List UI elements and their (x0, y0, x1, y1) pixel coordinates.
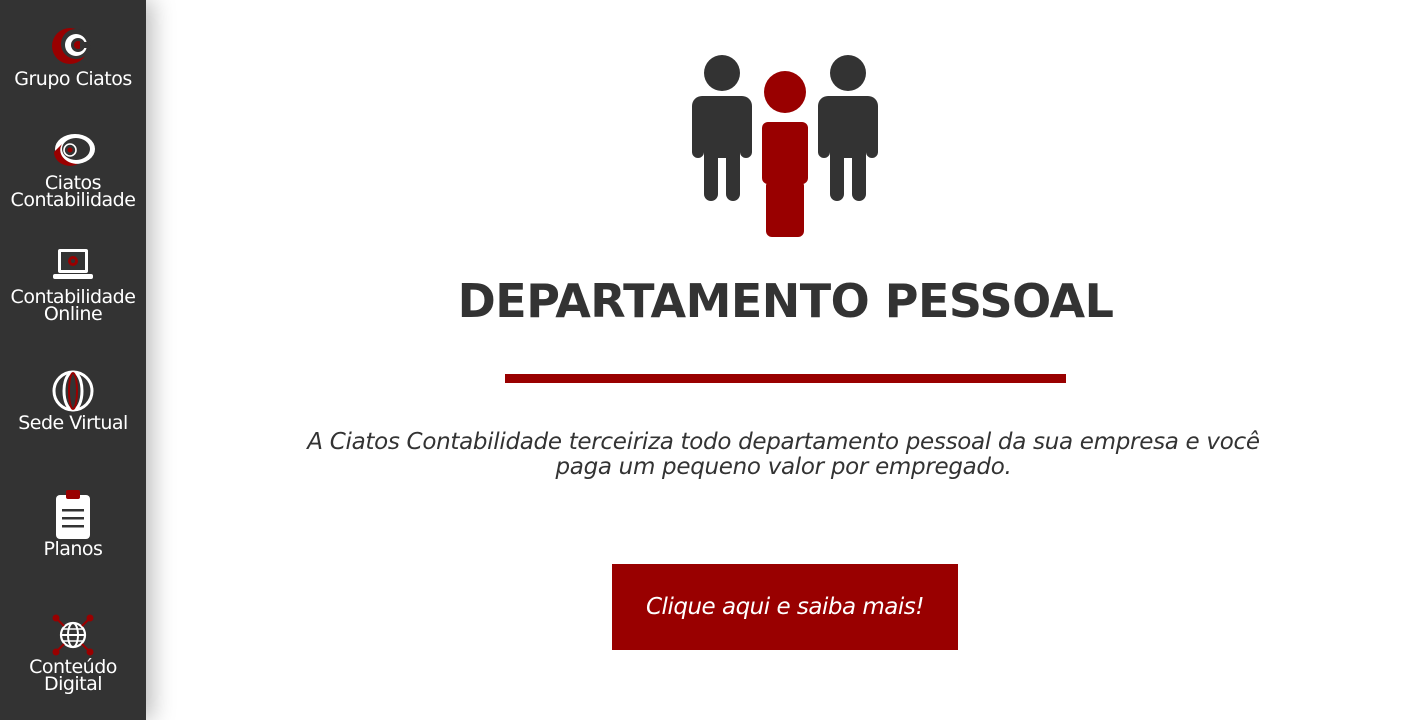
sidebar-item-label: Grupo Ciatos (14, 68, 132, 90)
description-text: A Ciatos Contabilidade terceiriza todo d… (307, 429, 1260, 480)
sidebar-item-sede-virtual[interactable]: Sede Virtual (0, 368, 146, 434)
learn-more-button[interactable]: Clique aqui e saiba mais! (612, 564, 958, 650)
sidebar-item-label: Planos (43, 538, 103, 560)
sidebar-item-label: Sede Virtual (18, 412, 128, 434)
sidebar-item-conteudo-digital[interactable]: Conteúdo Digital (0, 612, 146, 695)
sidebar-item-ciatos-contabilidade[interactable]: Ciatos Contabilidade (0, 128, 146, 211)
sidebar-item-grupo-ciatos[interactable]: Grupo Ciatos (0, 24, 146, 90)
ciatos-logo-icon (52, 28, 91, 64)
sidebar-item-contabilidade-online[interactable]: Contabilidade Online (0, 242, 146, 325)
sidebar-item-label: Conteúdo Digital (29, 656, 117, 695)
page-title: DEPARTAMENTO PESSOAL (457, 274, 1114, 328)
title-divider (505, 374, 1066, 383)
people-group-icon (692, 55, 878, 240)
clipboard-icon (56, 490, 90, 539)
network-globe-icon (52, 614, 94, 656)
ciatos-contabilidade-logo-icon (54, 134, 95, 166)
globe-icon (52, 370, 94, 412)
laptop-icon (53, 249, 93, 279)
sidebar-item-planos[interactable]: Planos (0, 490, 146, 560)
sidebar-item-label: Ciatos Contabilidade (10, 172, 136, 211)
sidebar: Grupo Ciatos Ciatos Contabilidade Contab… (0, 0, 146, 720)
main-content: DEPARTAMENTO PESSOAL A Ciatos Contabilid… (146, 0, 1425, 720)
sidebar-item-label: Contabilidade Online (10, 286, 136, 325)
